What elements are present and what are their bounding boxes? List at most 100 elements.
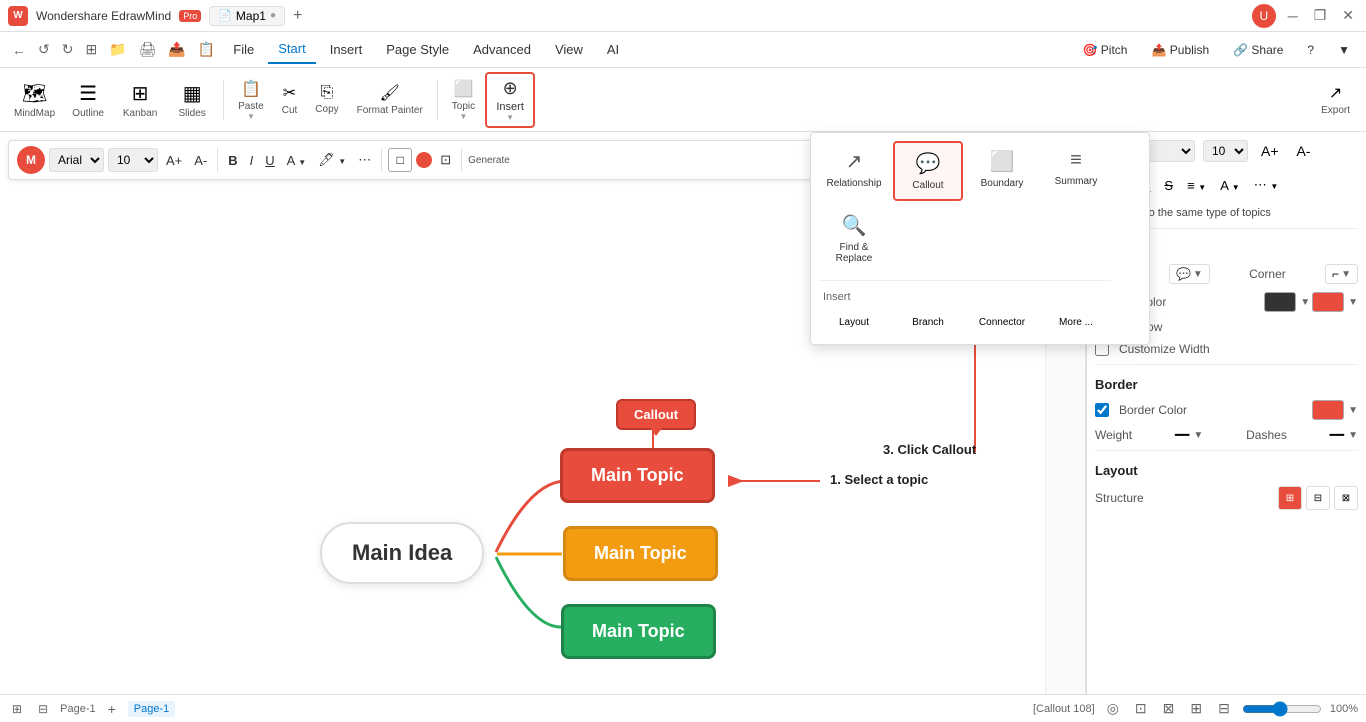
status-icon-6[interactable]: ⊞ — [1186, 696, 1206, 721]
dropdown-more[interactable]: More ... — [1041, 309, 1111, 336]
kanban-label: Kanban — [123, 108, 157, 119]
underline-button[interactable]: U — [261, 151, 278, 170]
status-icon-7[interactable]: ⊟ — [1214, 696, 1234, 721]
nav-btn-8[interactable]: 📋 — [194, 37, 219, 62]
undo-button[interactable]: ↺ — [34, 37, 54, 62]
dropdown-layout[interactable]: Layout — [819, 309, 889, 336]
nav-btn-4[interactable]: ⊞ — [81, 37, 101, 62]
fill-color-dark-swatch[interactable] — [1264, 292, 1296, 312]
fill-color-red-swatch[interactable] — [1312, 292, 1344, 312]
share-button[interactable]: 🔗 Share — [1225, 39, 1291, 61]
menu-advanced[interactable]: Advanced — [463, 36, 541, 63]
nav-btn-7[interactable]: 📤 — [164, 37, 189, 62]
status-icon-5[interactable]: ⊠ — [1159, 696, 1179, 721]
panel-align-button[interactable]: ≡ ▼ — [1182, 175, 1211, 196]
increase-font-button[interactable]: A+ — [162, 151, 186, 170]
toolbar-right: ↗ Export — [1313, 79, 1358, 120]
bold-button[interactable]: B — [224, 151, 241, 170]
outline-icon: ☰ — [79, 81, 97, 106]
panel-text-color-button[interactable]: A ▼ — [1215, 175, 1245, 196]
shape-button[interactable]: □ — [388, 148, 412, 172]
zoom-level: 100% — [1330, 703, 1358, 715]
panel-more-button[interactable]: ⋯ ▼ — [1249, 174, 1284, 196]
structure-label: Structure — [1095, 491, 1144, 505]
status-icon-3[interactable]: ◎ — [1103, 696, 1123, 721]
text-color-button[interactable]: A ▼ — [283, 151, 311, 170]
border-format-button[interactable]: ⊡ — [436, 150, 455, 170]
font-size-select[interactable]: 10 — [108, 148, 158, 172]
insert-tool[interactable]: ⊕ Insert ▼ — [485, 72, 535, 128]
menu-start[interactable]: Start — [268, 35, 315, 64]
border-color-red-swatch[interactable] — [1312, 400, 1344, 420]
copy-tool[interactable]: ⎘ Copy — [307, 80, 346, 119]
status-icon-2[interactable]: ⊟ — [34, 698, 52, 720]
expand-button[interactable]: ▼ — [1330, 39, 1358, 61]
dropdown-connector[interactable]: Connector — [967, 309, 1037, 336]
border-checkbox[interactable] — [1095, 403, 1109, 417]
shape-dropdown[interactable]: 💬 ▼ — [1169, 264, 1210, 284]
page1-tab[interactable]: Page-1 — [60, 703, 95, 715]
pitch-button[interactable]: 🎯 Pitch — [1075, 39, 1136, 61]
menu-page-style[interactable]: Page Style — [376, 36, 459, 63]
font-select[interactable]: Arial — [49, 148, 104, 172]
topic-2-node[interactable]: Main Topic — [563, 526, 718, 581]
topic-tool[interactable]: ⬜ Topic ▼ — [444, 75, 483, 125]
italic-button[interactable]: I — [246, 151, 258, 170]
dropdown-find-replace[interactable]: 🔍 Find & Replace — [819, 205, 889, 272]
topic-1-node[interactable]: Main Topic — [560, 448, 715, 503]
kanban-tool[interactable]: ⊞ Kanban — [115, 77, 165, 123]
redo-button[interactable]: ↻ — [58, 37, 78, 62]
nav-btn-6[interactable]: 🖨 — [135, 37, 161, 62]
menu-insert[interactable]: Insert — [320, 36, 373, 63]
nav-btn-5[interactable]: 📁 — [105, 37, 130, 62]
panel-strike-button[interactable]: S — [1159, 175, 1178, 196]
cut-tool[interactable]: ✂ Cut — [274, 79, 306, 120]
fill-color-right: ▼ ▼ — [1264, 292, 1358, 312]
dropdown-callout[interactable]: 💬 Callout — [893, 141, 963, 201]
structure-btn-1[interactable]: ⊞ — [1278, 486, 1302, 510]
menubar-right: 🎯 Pitch 📤 Publish 🔗 Share ? ▼ — [1075, 39, 1358, 61]
menu-file[interactable]: File — [223, 36, 264, 63]
format-divider-3 — [461, 148, 462, 172]
add-page-button[interactable]: + — [104, 697, 120, 721]
user-avatar[interactable]: U — [1252, 4, 1276, 28]
structure-btn-2[interactable]: ⊟ — [1306, 486, 1330, 510]
close-button[interactable]: ✕ — [1338, 7, 1358, 24]
more-format-button[interactable]: ⋯ — [354, 150, 375, 170]
mindmap-tool[interactable]: 🗺 MindMap — [8, 77, 61, 123]
paste-tool[interactable]: 📋 Paste ▼ — [230, 75, 272, 125]
current-page-tab[interactable]: Page-1 — [128, 701, 175, 717]
dropdown-relationship[interactable]: ↗ Relationship — [819, 141, 889, 201]
panel-decrease-font[interactable]: A- — [1292, 140, 1316, 162]
dropdown-summary[interactable]: ≡ Summary — [1041, 141, 1111, 201]
topic-3-node[interactable]: Main Topic — [561, 604, 716, 659]
help-button[interactable]: ? — [1299, 39, 1322, 61]
menu-view[interactable]: View — [545, 36, 593, 63]
tab-map1[interactable]: 📄 Map1 ● — [209, 6, 285, 26]
weight-arrow[interactable]: ▼ — [1193, 430, 1203, 441]
highlight-button[interactable]: 🖊 ▼ — [314, 150, 350, 170]
status-icon-1[interactable]: ⊞ — [8, 698, 26, 720]
restore-button[interactable]: ❐ — [1310, 7, 1331, 24]
slides-tool[interactable]: ▦ Slides — [167, 77, 217, 123]
zoom-slider[interactable] — [1242, 701, 1322, 717]
dropdown-boundary[interactable]: ⬜ Boundary — [967, 141, 1037, 201]
publish-button[interactable]: 📤 Publish — [1143, 39, 1217, 61]
back-button[interactable]: ← — [8, 38, 30, 62]
panel-size-select[interactable]: 10 — [1203, 140, 1248, 162]
export-label: Export — [1321, 105, 1350, 116]
outline-tool[interactable]: ☰ Outline — [63, 77, 113, 123]
dropdown-branch[interactable]: Branch — [893, 309, 963, 336]
add-tab-button[interactable]: + — [293, 7, 302, 25]
format-painter-tool[interactable]: 🖌 Format Painter — [349, 79, 431, 120]
structure-btn-3[interactable]: ⊠ — [1334, 486, 1358, 510]
main-idea-node[interactable]: Main Idea — [320, 522, 484, 584]
decrease-font-button[interactable]: A- — [190, 151, 211, 170]
minimize-button[interactable]: ─ — [1284, 8, 1302, 24]
status-icon-4[interactable]: ⊡ — [1131, 696, 1151, 721]
menu-ai[interactable]: AI — [597, 36, 629, 63]
dashes-arrow[interactable]: ▼ — [1348, 430, 1358, 441]
panel-increase-font[interactable]: A+ — [1256, 140, 1284, 162]
export-tool[interactable]: ↗ Export — [1313, 79, 1358, 120]
corner-dropdown[interactable]: ⌐ ▼ — [1325, 264, 1358, 284]
